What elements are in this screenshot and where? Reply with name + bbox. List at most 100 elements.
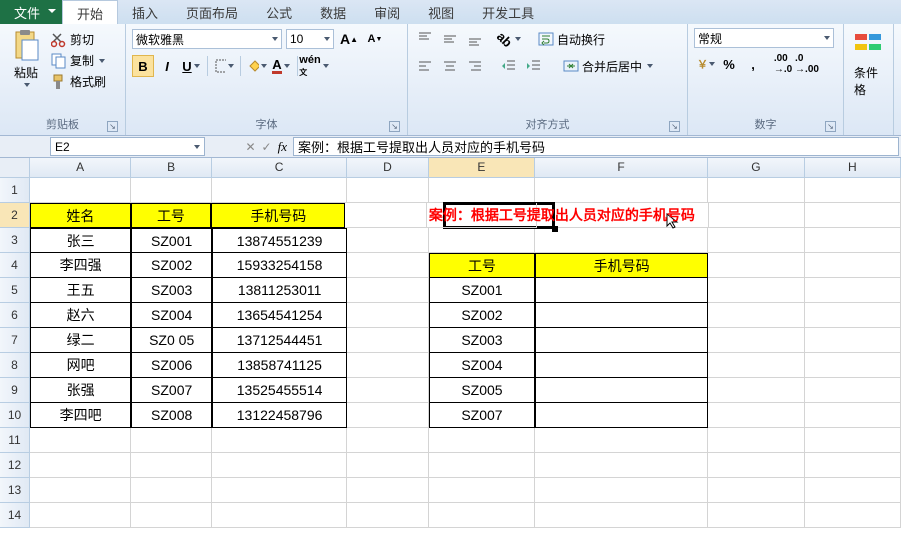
cell[interactable] <box>30 178 131 203</box>
row-header[interactable]: 14 <box>0 503 30 528</box>
col-header[interactable]: G <box>708 158 804 178</box>
tab-insert[interactable]: 插入 <box>118 0 172 24</box>
cell[interactable] <box>535 228 708 253</box>
align-top-button[interactable] <box>414 28 436 50</box>
align-middle-button[interactable] <box>439 28 461 50</box>
cell[interactable]: 王五 <box>30 278 131 303</box>
cell[interactable]: 13122458796 <box>212 403 347 428</box>
cell[interactable] <box>805 353 901 378</box>
cell[interactable] <box>429 453 535 478</box>
cell[interactable] <box>805 253 901 278</box>
cell[interactable] <box>708 178 804 203</box>
cell[interactable] <box>347 503 429 528</box>
cell[interactable] <box>212 428 347 453</box>
cell[interactable] <box>708 478 804 503</box>
cell[interactable]: 13811253011 <box>212 278 347 303</box>
cell[interactable]: 手机号码 <box>535 253 708 278</box>
cell[interactable] <box>429 428 535 453</box>
cell[interactable] <box>535 303 708 328</box>
row-header[interactable]: 3 <box>0 228 30 253</box>
cell[interactable]: SZ005 <box>429 378 535 403</box>
cell[interactable] <box>535 328 708 353</box>
cell[interactable]: SZ003 <box>131 278 212 303</box>
row-header[interactable]: 4 <box>0 253 30 278</box>
cell[interactable] <box>805 278 901 303</box>
cell[interactable]: 赵六 <box>30 303 131 328</box>
cell[interactable] <box>708 303 804 328</box>
cell[interactable] <box>805 303 901 328</box>
cut-button[interactable]: 剪切 <box>49 30 108 49</box>
align-bottom-button[interactable] <box>464 28 486 50</box>
decrease-decimal-button[interactable]: .0→.00 <box>796 53 818 75</box>
cell[interactable] <box>805 478 901 503</box>
cell[interactable] <box>708 453 804 478</box>
cell[interactable]: SZ001 <box>429 278 535 303</box>
row-header[interactable]: 5 <box>0 278 30 303</box>
cell[interactable]: 张三 <box>30 228 131 253</box>
cell[interactable]: 13712544451 <box>212 328 347 353</box>
row-header[interactable]: 6 <box>0 303 30 328</box>
tab-data[interactable]: 数据 <box>306 0 360 24</box>
cell[interactable]: 绿二 <box>30 328 131 353</box>
row-header[interactable]: 1 <box>0 178 30 203</box>
cell[interactable] <box>347 378 429 403</box>
copy-button[interactable]: 复制 <box>49 51 108 70</box>
cell[interactable]: 网吧 <box>30 353 131 378</box>
row-header[interactable]: 13 <box>0 478 30 503</box>
cell[interactable]: 15933254158 <box>212 253 347 278</box>
format-painter-button[interactable]: 格式刷 <box>49 72 108 91</box>
cell[interactable] <box>131 428 212 453</box>
cell[interactable] <box>535 378 708 403</box>
percent-button[interactable]: % <box>718 53 740 75</box>
increase-indent-button[interactable] <box>523 55 545 77</box>
row-header[interactable]: 2 <box>0 203 30 228</box>
row-header[interactable]: 8 <box>0 353 30 378</box>
cell[interactable] <box>30 428 131 453</box>
cells-area[interactable]: 姓名工号手机号码案例：根据工号提取出人员对应的手机号码张三SZ001138745… <box>30 178 901 556</box>
cell[interactable]: SZ007 <box>429 403 535 428</box>
cell[interactable] <box>347 478 429 503</box>
col-header[interactable]: D <box>347 158 429 178</box>
col-header[interactable]: E <box>429 158 535 178</box>
row-header[interactable]: 10 <box>0 403 30 428</box>
borders-button[interactable] <box>213 55 235 77</box>
row-header[interactable]: 11 <box>0 428 30 453</box>
cell[interactable] <box>347 428 429 453</box>
spreadsheet-grid[interactable]: A B C D E F G H 1 2 3 4 5 6 7 8 9 10 11 … <box>0 158 901 556</box>
font-color-button[interactable]: A <box>270 55 292 77</box>
align-center-button[interactable] <box>439 55 461 77</box>
col-header[interactable]: A <box>30 158 131 178</box>
cell[interactable]: SZ008 <box>131 403 212 428</box>
cell[interactable] <box>131 178 212 203</box>
clipboard-expand-icon[interactable]: ↘ <box>107 121 118 132</box>
tab-formulas[interactable]: 公式 <box>252 0 306 24</box>
tab-pagelayout[interactable]: 页面布局 <box>172 0 252 24</box>
cell[interactable] <box>429 228 535 253</box>
cell[interactable] <box>708 278 804 303</box>
row-header[interactable]: 7 <box>0 328 30 353</box>
font-expand-icon[interactable]: ↘ <box>389 121 400 132</box>
cell[interactable]: SZ002 <box>131 253 212 278</box>
cell[interactable] <box>212 178 347 203</box>
cell[interactable] <box>709 203 805 228</box>
number-format-combo[interactable]: 常规 <box>694 28 834 48</box>
select-all-corner[interactable] <box>0 158 30 178</box>
cell[interactable]: SZ004 <box>131 303 212 328</box>
cell[interactable] <box>535 478 708 503</box>
cell[interactable]: 李四强 <box>30 253 131 278</box>
cell[interactable]: 13874551239 <box>212 228 347 253</box>
cell[interactable]: 李四吧 <box>30 403 131 428</box>
cell[interactable]: 案例：根据工号提取出人员对应的手机号码 <box>427 203 537 228</box>
cell[interactable] <box>429 478 535 503</box>
col-header[interactable]: H <box>805 158 901 178</box>
cell[interactable]: SZ001 <box>131 228 212 253</box>
cell[interactable] <box>347 453 429 478</box>
align-expand-icon[interactable]: ↘ <box>669 121 680 132</box>
cell[interactable] <box>347 253 429 278</box>
cell[interactable] <box>805 203 901 228</box>
cell[interactable] <box>805 328 901 353</box>
cell[interactable] <box>212 503 347 528</box>
bold-button[interactable]: B <box>132 55 154 77</box>
cell[interactable] <box>131 453 212 478</box>
decrease-indent-button[interactable] <box>498 55 520 77</box>
